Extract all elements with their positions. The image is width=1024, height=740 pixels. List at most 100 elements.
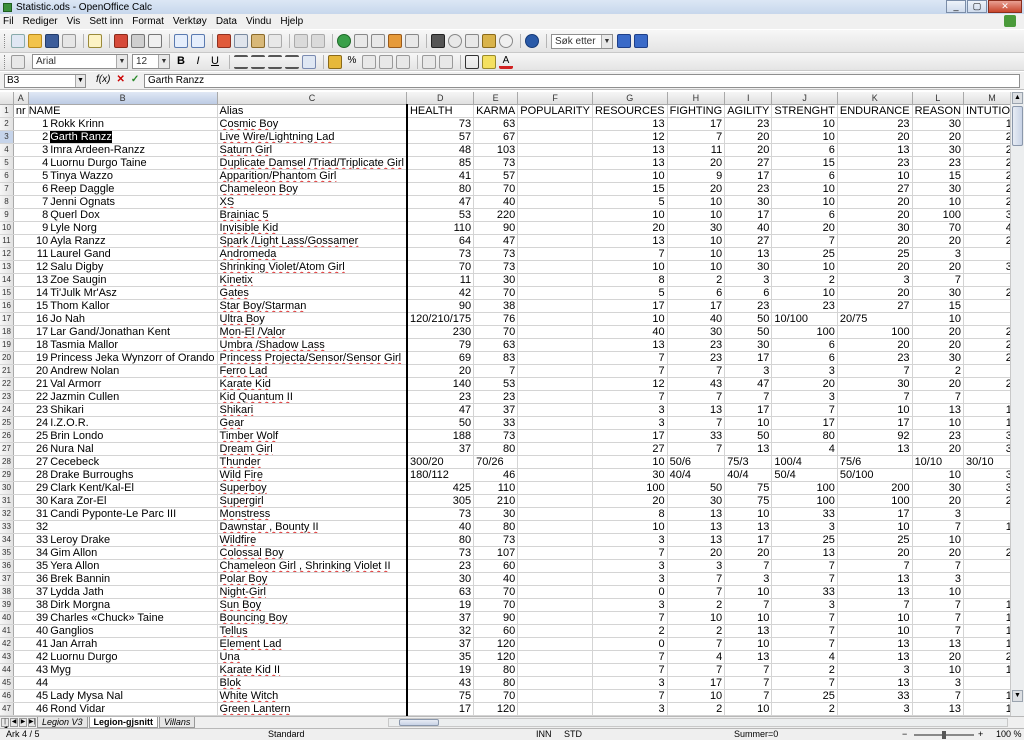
cell[interactable]: Polar Boy	[217, 572, 408, 586]
cell[interactable]: 10	[667, 247, 726, 261]
cell[interactable]: 20	[912, 377, 965, 391]
cell[interactable]: 3	[771, 390, 838, 404]
cell[interactable]	[13, 429, 29, 443]
row-header[interactable]: 4	[0, 143, 14, 157]
cell[interactable]: 2	[667, 702, 726, 716]
cell[interactable]: 42	[405, 286, 475, 300]
cell[interactable]: 425	[405, 481, 475, 495]
column-header[interactable]: F	[517, 92, 593, 105]
cell[interactable]: 20	[963, 286, 1010, 300]
cell[interactable]: 73	[473, 247, 519, 261]
cell[interactable]: 23	[963, 156, 1010, 170]
cell[interactable]: 30	[963, 481, 1010, 495]
cell[interactable]: 47	[405, 403, 475, 417]
cell[interactable]: 37	[405, 442, 475, 456]
cell[interactable]: Brainiac 5	[217, 208, 408, 222]
cell[interactable]: 23	[837, 117, 913, 131]
cell[interactable]: Gates	[217, 286, 408, 300]
zoom-in-icon[interactable]: +	[978, 729, 983, 740]
cell[interactable]: 80	[473, 676, 519, 690]
cell-name[interactable]: 27 Cecebeck	[28, 455, 218, 469]
cell[interactable]: 100	[771, 325, 838, 339]
cell[interactable]	[13, 377, 29, 391]
cell-name[interactable]: 2 Garth Ranzz	[28, 130, 218, 144]
cell[interactable]: 10/100	[771, 312, 838, 326]
cell-name[interactable]: 14 Ti'Julk Mr'Asz	[28, 286, 218, 300]
cell[interactable]	[517, 338, 593, 352]
cell[interactable]	[13, 637, 29, 651]
row-header[interactable]: 28	[0, 455, 14, 469]
cell-name[interactable]: 38 Dirk Morgna	[28, 598, 218, 612]
cell[interactable]: 2	[667, 598, 726, 612]
column-header[interactable]: G	[592, 92, 668, 105]
cell[interactable]: 7	[912, 390, 965, 404]
row-header[interactable]: 36	[0, 559, 14, 573]
cell[interactable]: 7	[771, 624, 838, 638]
cell[interactable]: 30	[667, 494, 726, 508]
cell[interactable]: 10	[837, 169, 913, 183]
navigator-icon[interactable]	[448, 34, 462, 48]
cell[interactable]: 25	[837, 247, 913, 261]
chevron-down-icon[interactable]: ▼	[158, 55, 169, 68]
cell[interactable]: Kid Quantum II	[217, 390, 408, 404]
cell[interactable]: 30	[963, 429, 1010, 443]
cell[interactable]	[517, 273, 593, 287]
cell[interactable]	[13, 260, 29, 274]
cell[interactable]	[517, 455, 593, 469]
cell[interactable]	[517, 377, 593, 391]
cell-name[interactable]: 36 Brek Bannin	[28, 572, 218, 586]
cell[interactable]: 12	[592, 130, 668, 144]
cell[interactable]	[13, 403, 29, 417]
cell[interactable]: 100	[771, 481, 838, 495]
cell-name[interactable]: 20 Andrew Nolan	[28, 364, 218, 378]
cell[interactable]: 30	[963, 468, 1010, 482]
cell[interactable]: 8	[592, 507, 668, 521]
cell-name[interactable]: 31 Candi Pyponte-Le Parc III	[28, 507, 218, 521]
cell[interactable]: Chameleon Boy	[217, 182, 408, 196]
cell[interactable]: 90	[473, 611, 519, 625]
cell[interactable]: 40	[592, 325, 668, 339]
column-header[interactable]: C	[217, 92, 408, 105]
cell[interactable]	[517, 130, 593, 144]
cell[interactable]: 19	[405, 598, 475, 612]
cell[interactable]: 7	[771, 559, 838, 573]
cell[interactable]	[13, 338, 29, 352]
row-header[interactable]: 37	[0, 572, 14, 586]
cell[interactable]: 20	[963, 234, 1010, 248]
scrollbar-thumb[interactable]	[399, 719, 439, 726]
cell[interactable]: 100/4	[771, 455, 838, 469]
cell[interactable]: 10	[837, 611, 913, 625]
cell[interactable]: 7	[724, 390, 773, 404]
cell[interactable]: 2	[592, 624, 668, 638]
cell[interactable]: 120	[473, 702, 519, 716]
cell-name[interactable]: 32	[28, 520, 218, 534]
cell[interactable]: Cosmic Boy	[217, 117, 408, 131]
cell[interactable]: 7	[724, 676, 773, 690]
cell[interactable]: Dawnstar , Bounty II	[217, 520, 408, 534]
cell[interactable]: 79	[405, 338, 475, 352]
cell[interactable]: 10	[912, 195, 965, 209]
cell[interactable]: 13	[592, 338, 668, 352]
cell-name[interactable]: 18 Tasmia Mallor	[28, 338, 218, 352]
menu-tools[interactable]: Verktøy	[173, 16, 207, 27]
cell[interactable]: 13	[912, 403, 965, 417]
cell[interactable]: AGILITY	[724, 104, 773, 118]
cell[interactable]: 7	[667, 585, 726, 599]
cell[interactable]: 11	[667, 143, 726, 157]
page-preview-icon[interactable]	[148, 34, 162, 48]
cell[interactable]: 10	[667, 689, 726, 703]
cell[interactable]: 10	[724, 507, 773, 521]
cell[interactable]: 300/20	[405, 455, 475, 469]
cell[interactable]: 33	[771, 507, 838, 521]
cell-name[interactable]: 25 Brin Londo	[28, 429, 218, 443]
cell-name[interactable]: 45 Lady Mysa Nal	[28, 689, 218, 703]
cell[interactable]: 25	[771, 533, 838, 547]
cell[interactable]	[517, 572, 593, 586]
cell[interactable]: 13	[592, 156, 668, 170]
sort-descending-icon[interactable]	[371, 34, 385, 48]
cell[interactable]: REASON	[912, 104, 965, 118]
cell[interactable]: 75/6	[837, 455, 913, 469]
cell[interactable]: Blok	[217, 676, 408, 690]
row-header[interactable]: 7	[0, 182, 14, 196]
cell[interactable]: 13	[771, 546, 838, 560]
